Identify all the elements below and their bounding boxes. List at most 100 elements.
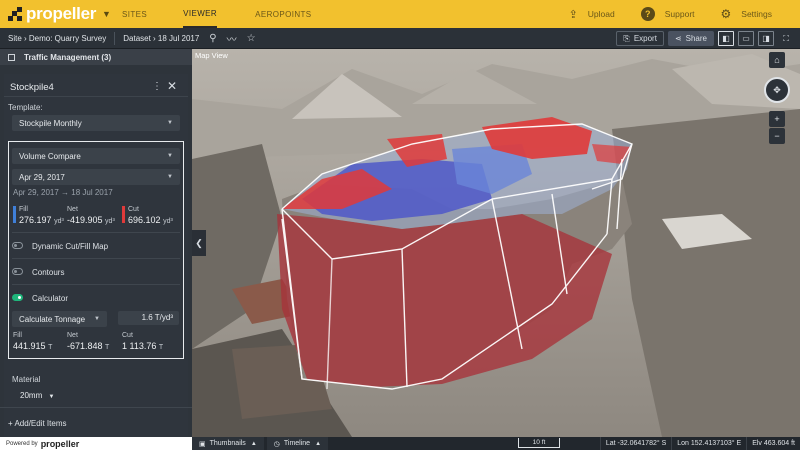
export-button[interactable]: ⎘ Export: [616, 31, 664, 46]
toggle-contours[interactable]: [12, 268, 23, 275]
add-edit-items-button[interactable]: + Add/Edit Items: [8, 419, 66, 428]
powered-by-logo: propeller: [40, 438, 80, 449]
thumbnails-tab[interactable]: ▣ Thumbnails ▲: [192, 437, 264, 450]
zoom-in-icon[interactable]: +: [769, 111, 785, 127]
density-input[interactable]: 1.6 T/yd³: [118, 311, 179, 325]
export-label: Export: [633, 34, 657, 43]
date-to: 18 Jul 2017: [71, 188, 113, 197]
scale-bar: 10 ft: [518, 438, 560, 448]
support-label: Support: [664, 9, 695, 19]
single-view-icon[interactable]: ▭: [738, 31, 754, 46]
chevron-down-icon: ▼: [48, 394, 55, 400]
material-select[interactable]: 20mm ▼: [20, 391, 54, 400]
divider: [0, 407, 192, 408]
support-button[interactable]: ? Support: [640, 7, 695, 21]
material-value: 20mm: [20, 391, 43, 400]
cut-unit: yd³: [163, 218, 173, 225]
cut-tonnage-value: 1 113.76: [122, 341, 157, 351]
fill-color-bar: [13, 206, 16, 223]
export-icon: ⎘: [623, 33, 630, 43]
stockpile-title: Stockpile4: [10, 82, 54, 93]
net-tonnage-unit: T: [105, 344, 110, 351]
logo-text: propeller: [26, 4, 97, 23]
close-icon[interactable]: ✕: [167, 79, 177, 93]
divider: [12, 284, 180, 285]
propeller-logo[interactable]: propeller ▼: [0, 4, 112, 24]
share-label: Share: [685, 34, 707, 43]
divider: [12, 232, 180, 233]
elevation-readout: Elv 463.604 ft: [746, 437, 800, 450]
measure-line-icon[interactable]: 〰: [227, 31, 237, 46]
zoom-out-icon[interactable]: −: [769, 128, 785, 144]
home-icon[interactable]: ⌂: [769, 52, 785, 68]
divider: [4, 96, 188, 97]
nav-tab-aeropoints[interactable]: AEROPOINTS: [255, 0, 311, 28]
collapse-panel-button[interactable]: ❮: [192, 230, 206, 256]
compare-date-value: Apr 29, 2017: [19, 172, 65, 182]
cut-tonnage: Cut 1 113.76 T: [122, 332, 163, 351]
toggle-dynamic-cutfill-label: Dynamic Cut/Fill Map: [32, 242, 109, 251]
settings-button[interactable]: ⚙ Settings: [721, 7, 772, 21]
material-label: Material: [12, 375, 41, 384]
fill-label: Fill: [19, 206, 28, 213]
template-label: Template:: [8, 103, 43, 112]
template-select[interactable]: Stockpile Monthly ▼: [12, 115, 180, 131]
nav-tab-viewer[interactable]: VIEWER: [183, 0, 218, 28]
clock-icon: ◷: [273, 440, 280, 448]
template-select-value: Stockpile Monthly: [19, 118, 82, 128]
polygon-star-icon[interactable]: ☆: [247, 33, 256, 44]
arrow-right-icon: →: [61, 188, 72, 197]
cut-color-bar: [122, 206, 125, 223]
powered-by: Powered by propeller: [0, 437, 192, 450]
fill-value: 276.197: [19, 215, 52, 225]
quarry-terrain-render: [192, 49, 800, 437]
share-icon: ⋖: [674, 34, 682, 43]
map-view-label: Map View: [195, 51, 228, 60]
net-label: Net: [67, 206, 78, 213]
chevron-left-icon: ❮: [195, 237, 203, 248]
more-options-icon[interactable]: ⋮: [152, 81, 162, 92]
location-pin-icon[interactable]: ⚲: [209, 33, 216, 44]
share-button[interactable]: ⋖ Share: [667, 31, 714, 46]
cut-label: Cut: [128, 206, 139, 213]
split-view-left-icon[interactable]: ◧: [718, 31, 734, 46]
image-icon: ▣: [199, 440, 206, 448]
cut-tonnage-label: Cut: [122, 332, 133, 339]
fullscreen-icon[interactable]: ⛶: [778, 31, 794, 46]
context-toolbar: Site › Demo: Quarry Survey Dataset › 18 …: [0, 28, 800, 49]
breadcrumb-dataset[interactable]: Dataset › 18 Jul 2017: [123, 34, 199, 43]
timeline-label: Timeline: [283, 440, 311, 447]
chevron-down-icon: ▼: [167, 120, 173, 126]
split-view-right-icon[interactable]: ◨: [758, 31, 774, 46]
toggle-calculator[interactable]: [12, 294, 23, 301]
latitude-readout: Lat -32.0641782° S: [599, 437, 671, 450]
compare-mode-select[interactable]: Volume Compare ▼: [12, 148, 180, 164]
chevron-down-icon: ▼: [167, 153, 173, 159]
chevron-down-icon: ▼: [167, 174, 173, 180]
calc-mode-select[interactable]: Calculate Tonnage ▼: [12, 311, 107, 327]
layer-traffic-management[interactable]: Traffic Management (3): [0, 49, 192, 65]
compass-icon[interactable]: ✥: [764, 77, 790, 103]
net-tonnage-value: -671.848: [67, 341, 103, 351]
upload-button[interactable]: ⇪ Upload: [569, 8, 615, 21]
fill-volume: Fill 276.197 yd³: [19, 206, 64, 225]
3d-map-view[interactable]: [192, 49, 800, 437]
cut-volume: Cut 696.102 yd³: [128, 206, 173, 225]
breadcrumb-site[interactable]: Site › Demo: Quarry Survey: [8, 34, 106, 43]
compare-mode-value: Volume Compare: [19, 151, 81, 161]
timeline-tab[interactable]: ◷ Timeline ▲: [266, 437, 329, 450]
nav-tab-sites[interactable]: SITES: [122, 0, 147, 28]
toggle-dynamic-cutfill[interactable]: [12, 242, 23, 249]
chevron-down-icon[interactable]: ▼: [102, 9, 111, 19]
compare-date-select[interactable]: Apr 29, 2017 ▼: [12, 169, 180, 185]
calc-mode-value: Calculate Tonnage: [19, 314, 86, 324]
net-tonnage: Net -671.848 T: [67, 332, 109, 351]
cut-tonnage-unit: T: [158, 344, 164, 351]
cut-value: 696.102: [128, 215, 161, 225]
top-navigation-bar: propeller ▼ SITES VIEWER AEROPOINTS ⇪ Up…: [0, 0, 800, 28]
net-volume: Net -419.905 yd³: [67, 206, 115, 225]
net-value: -419.905: [67, 215, 103, 225]
layer-checkbox[interactable]: [8, 53, 15, 61]
chevron-down-icon: ▼: [94, 316, 100, 322]
fill-tonnage-label: Fill: [13, 332, 22, 339]
